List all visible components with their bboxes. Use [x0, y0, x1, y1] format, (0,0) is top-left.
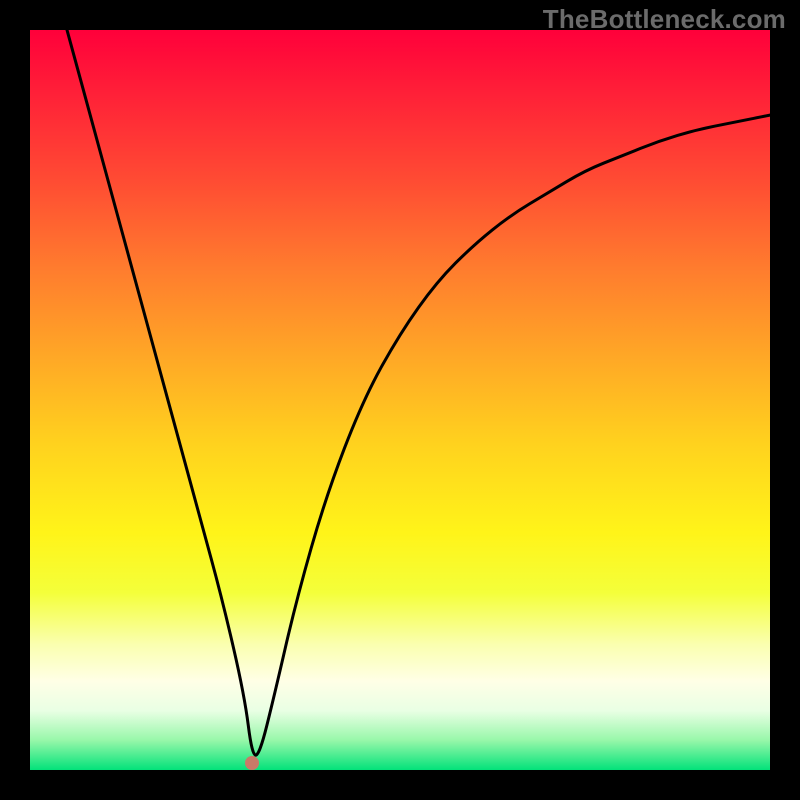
plot-area	[30, 30, 770, 770]
bottleneck-curve	[67, 30, 770, 755]
curve-svg	[30, 30, 770, 770]
minimum-marker	[245, 756, 259, 770]
chart-frame: TheBottleneck.com	[0, 0, 800, 800]
